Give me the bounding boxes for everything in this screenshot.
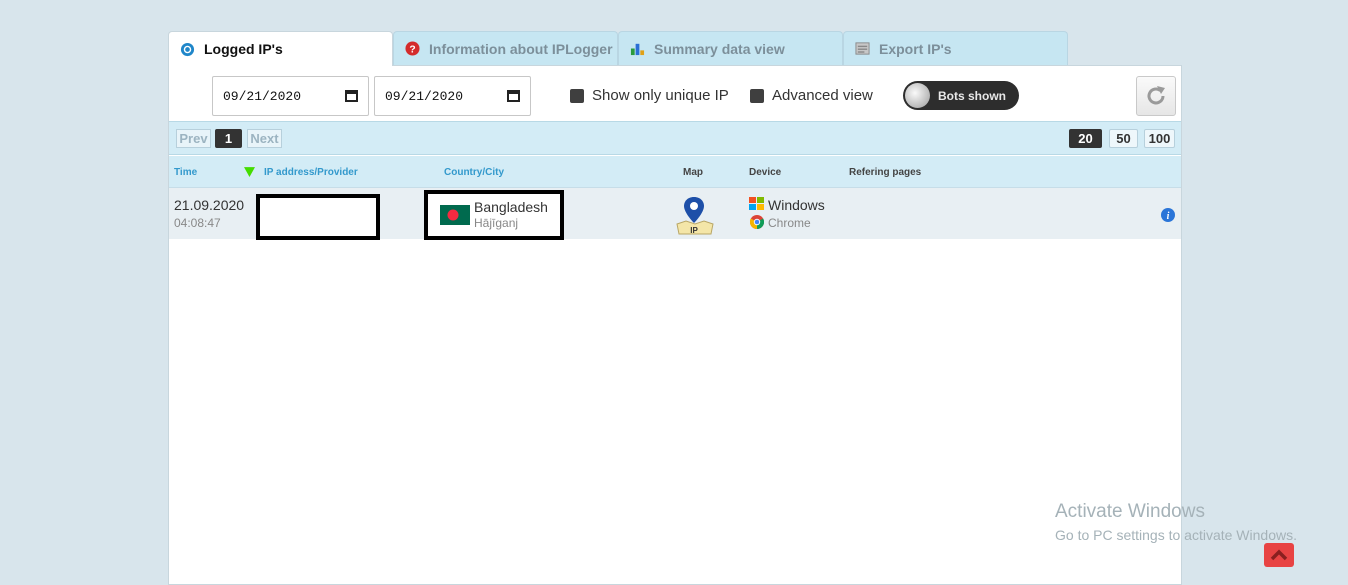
header-ip[interactable]: IP address/Provider	[264, 167, 358, 178]
svg-text:i: i	[1167, 211, 1170, 222]
location-highlight-box: Bangladesh Hājīganj	[424, 190, 564, 240]
chrome-icon	[749, 215, 765, 234]
map-pin-icon[interactable]: IP	[674, 194, 716, 241]
header-country[interactable]: Country/City	[444, 167, 504, 178]
sort-arrow-icon[interactable]	[244, 166, 255, 180]
next-button[interactable]: Next	[247, 129, 282, 148]
header-referring: Refering pages	[849, 167, 922, 178]
tab-summary[interactable]: Summary data view	[618, 31, 843, 65]
advanced-view-label: Advanced view	[772, 87, 873, 104]
row-date: 21.09.2020	[174, 197, 245, 213]
bots-toggle[interactable]: Bots shown	[903, 81, 1019, 110]
page-size-20[interactable]: 20	[1069, 129, 1102, 148]
scroll-to-top-button[interactable]	[1264, 543, 1294, 567]
table-header: Time IP address/Provider Country/City Ma…	[169, 156, 1181, 188]
document-icon	[854, 41, 870, 57]
logged-ips-panel: 09/21/2020 09/21/2020 Show only unique I…	[168, 65, 1182, 585]
unique-ip-checkbox[interactable]: Show only unique IP	[570, 87, 729, 104]
watermark-title: Activate Windows	[1055, 501, 1205, 522]
refresh-icon	[1147, 86, 1165, 105]
header-time[interactable]: Time	[174, 167, 197, 178]
row-browser: Chrome	[768, 216, 811, 230]
windows-icon	[749, 197, 764, 216]
map-pin-label: IP	[690, 226, 698, 235]
bar-chart-icon	[629, 41, 645, 57]
eye-icon	[179, 41, 195, 57]
page-button-current[interactable]: 1	[215, 129, 242, 148]
date-to-input[interactable]: 09/21/2020	[374, 76, 531, 116]
question-icon: ?	[404, 41, 420, 57]
tab-label: Information about IPLogger	[429, 40, 613, 57]
prev-button[interactable]: Prev	[176, 129, 211, 148]
activate-windows-watermark: Activate Windows Go to PC settings to ac…	[1055, 501, 1297, 543]
date-from-value: 09/21/2020	[223, 88, 302, 104]
row-time: 04:08:47	[174, 216, 221, 230]
page-size-100[interactable]: 100	[1144, 129, 1175, 148]
row-os: Windows	[768, 197, 825, 213]
pagination-bar: Prev 1 Next 20 50 100	[169, 121, 1181, 155]
page-size-50[interactable]: 50	[1109, 129, 1138, 148]
header-device: Device	[749, 167, 782, 178]
row-country: Bangladesh	[474, 199, 548, 215]
bots-toggle-label: Bots shown	[938, 88, 1006, 103]
calendar-icon[interactable]	[507, 90, 520, 102]
toggle-knob[interactable]	[905, 83, 930, 108]
bangladesh-flag-icon	[440, 205, 470, 225]
row-city: Hājīganj	[474, 216, 519, 230]
header-map: Map	[683, 167, 703, 178]
chevron-up-icon	[1270, 549, 1288, 561]
tab-label: Summary data view	[654, 40, 785, 57]
ip-redaction-box	[256, 194, 380, 240]
refresh-button[interactable]	[1136, 76, 1176, 116]
tab-information[interactable]: ? Information about IPLogger	[393, 31, 618, 65]
tab-logged-ips[interactable]: Logged IP's	[168, 31, 393, 66]
date-from-input[interactable]: 09/21/2020	[212, 76, 369, 116]
checkbox-box[interactable]	[570, 88, 584, 103]
checkbox-box[interactable]	[750, 88, 764, 103]
tab-export[interactable]: Export IP's	[843, 31, 1068, 65]
info-icon[interactable]: i	[1161, 208, 1175, 227]
unique-ip-label: Show only unique IP	[592, 87, 729, 104]
date-to-value: 09/21/2020	[385, 88, 464, 104]
svg-text:?: ?	[409, 44, 415, 55]
table-row[interactable]: 21.09.2020 04:08:47 Bangladesh Hājīganj …	[169, 188, 1181, 241]
tab-label: Export IP's	[879, 40, 952, 57]
advanced-view-checkbox[interactable]: Advanced view	[750, 87, 873, 104]
tab-label: Logged IP's	[204, 41, 283, 57]
watermark-subtitle: Go to PC settings to activate Windows.	[1055, 527, 1297, 543]
calendar-icon[interactable]	[345, 90, 358, 102]
